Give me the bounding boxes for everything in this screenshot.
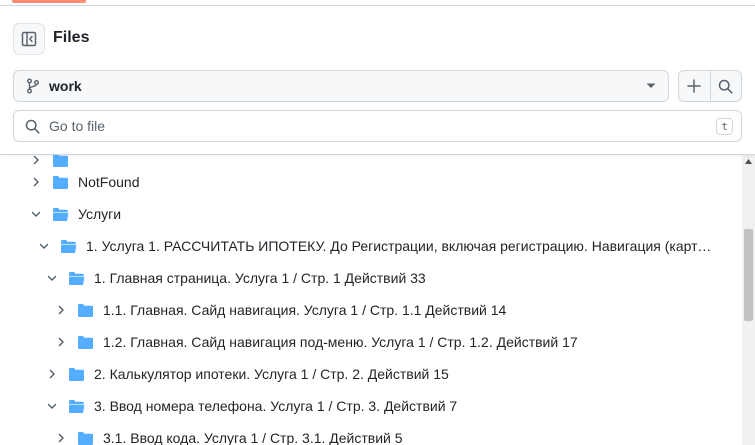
arrow-up-icon — [745, 159, 752, 164]
file-tree-item-label: 1.2. Главная. Сайд навигация под-меню. У… — [103, 334, 578, 350]
folder-open-icon — [52, 207, 69, 222]
chevron-right-icon[interactable] — [53, 430, 69, 445]
chevron-down-icon[interactable] — [28, 206, 44, 222]
file-tree-item[interactable]: 1. Услуга 1. РАССЧИТАТЬ ИПОТЕКУ. До Реги… — [0, 230, 742, 262]
search-code-button[interactable] — [709, 71, 741, 101]
file-tree-item[interactable]: 3. Ввод номера телефона. Услуга 1 / Стр.… — [0, 390, 742, 422]
folder-open-icon — [68, 271, 85, 286]
scroll-up-arrow[interactable] — [742, 155, 755, 168]
folder-icon — [77, 335, 94, 350]
file-tree-item-label: 2. Калькулятор ипотеки. Услуга 1 / Стр. … — [94, 366, 449, 382]
chevron-right-icon[interactable] — [28, 174, 44, 190]
go-to-file-input[interactable] — [49, 118, 689, 134]
search-icon — [719, 79, 734, 94]
file-tree-item[interactable]: 1.2. Главная. Сайд навигация под-меню. У… — [0, 326, 742, 358]
folder-open-icon — [68, 399, 85, 414]
chevron-down-icon[interactable] — [44, 398, 60, 414]
folder-icon — [52, 175, 69, 190]
folder-icon — [77, 431, 94, 445]
file-tree-item[interactable]: Услуги — [0, 198, 742, 230]
git-branch-icon — [27, 78, 39, 94]
folder-icon — [77, 303, 94, 318]
file-tree-item-label: 1. Главная страница. Услуга 1 / Стр. 1 Д… — [94, 270, 426, 286]
folder-icon — [68, 367, 85, 382]
file-tree-item-label: 1.1. Главная. Сайд навигация. Услуга 1 /… — [103, 302, 507, 318]
sidebar-collapse-icon — [21, 31, 37, 47]
scrollbar-thumb[interactable] — [744, 229, 753, 321]
file-tree-item-label: NotFound — [78, 174, 140, 190]
go-to-file-search[interactable]: t — [13, 110, 742, 142]
collapse-file-tree-button[interactable] — [13, 23, 45, 55]
file-tree-item-label: 3.1. Ввод кода. Услуга 1 / Стр. 3.1. Дей… — [103, 430, 403, 445]
chevron-down-icon[interactable] — [44, 270, 60, 286]
file-tree-item[interactable]: 2. Калькулятор ипотеки. Услуга 1 / Стр. … — [0, 358, 742, 390]
file-tree-item[interactable]: 1.1. Главная. Сайд навигация. Услуга 1 /… — [0, 294, 742, 326]
folder-open-icon — [60, 239, 77, 254]
chevron-right-icon[interactable] — [44, 366, 60, 382]
panel-title: Files — [53, 29, 90, 46]
file-tree-item-label: 3. Ввод номера телефона. Услуга 1 / Стр.… — [94, 398, 458, 414]
file-tree-item[interactable]: NotFound — [0, 166, 742, 198]
plus-icon — [687, 79, 702, 93]
branch-name: work — [49, 78, 82, 94]
branch-selector[interactable]: work — [13, 70, 669, 102]
file-tree-scrollbar[interactable] — [742, 155, 755, 445]
keyboard-shortcut-hint: t — [716, 118, 733, 135]
chevron-right-icon[interactable] — [53, 302, 69, 318]
file-tree-item[interactable]: 1. Главная страница. Услуга 1 / Стр. 1 Д… — [0, 262, 742, 294]
chevron-down-icon[interactable] — [36, 238, 52, 254]
caret-down-icon — [646, 83, 656, 88]
chevron-right-icon[interactable] — [53, 334, 69, 350]
file-tree-item-label: Услуги — [78, 206, 122, 222]
search-icon — [25, 119, 40, 134]
active-tab-indicator — [12, 0, 86, 3]
file-actions-group — [678, 70, 742, 102]
file-tree-item-label: 1. Услуга 1. РАССЧИТАТЬ ИПОТЕКУ. До Реги… — [86, 238, 718, 254]
add-file-button[interactable] — [679, 71, 710, 101]
file-tree-item[interactable]: 3.1. Ввод кода. Услуга 1 / Стр. 3.1. Дей… — [0, 422, 742, 445]
file-tree: NotFound Услуги 1. Услуга 1. РАССЧИТАТЬ ИП… — [0, 155, 742, 445]
files-panel-header: Files work t — [0, 6, 755, 155]
